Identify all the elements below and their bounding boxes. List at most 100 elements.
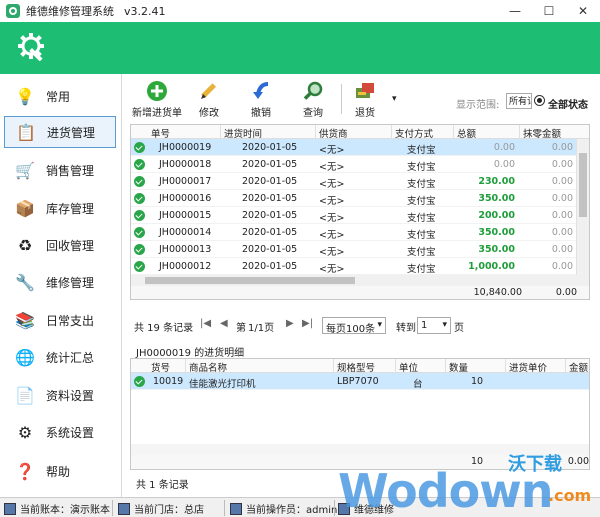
- check-icon: [134, 176, 145, 187]
- return-goods-icon: [354, 80, 376, 102]
- close-button[interactable]: ✕: [566, 0, 600, 22]
- table-row[interactable]: JH0000012 2020-01-05 <无> 支付宝 1,000.00 0.00: [131, 258, 577, 275]
- range-select[interactable]: 所有记: [506, 93, 532, 109]
- sidebar-item-9[interactable]: ⚙ 系统设置: [4, 416, 116, 448]
- cell-order-no: JH0000015: [159, 210, 212, 221]
- minimize-button[interactable]: —: [498, 0, 532, 22]
- sidebar-item-4[interactable]: ♻ 回收管理: [4, 229, 116, 261]
- scroll-thumb[interactable]: [145, 277, 355, 284]
- sidebar-item-label: 库存管理: [46, 201, 95, 216]
- col-total[interactable]: 总额: [457, 126, 476, 140]
- user-icon: [230, 502, 242, 515]
- col-purchase-time[interactable]: 进货时间: [224, 126, 262, 140]
- detail-qty: 10: [471, 376, 484, 387]
- cell-order-no: JH0000012: [159, 261, 212, 272]
- cell-total: 200.00: [478, 210, 515, 221]
- sidebar-item-label: 销售管理: [46, 163, 95, 178]
- cell-purchase-time: 2020-01-05: [242, 227, 298, 238]
- detail-qty-sum: 10: [471, 456, 484, 467]
- sidebar-item-10[interactable]: ❓ 帮助: [4, 455, 116, 487]
- cell-total: 350.00: [478, 244, 515, 255]
- grid-header: 单号 进货时间 供货商 支付方式 总额 抹零金额: [131, 125, 589, 140]
- detail-horizontal-scrollbar[interactable]: [131, 444, 589, 455]
- col-round-off[interactable]: 抹零金额: [523, 126, 561, 140]
- sidebar-item-label: 进货管理: [47, 125, 96, 140]
- next-page-button[interactable]: ▶: [286, 318, 294, 329]
- cell-round-off: 0.00: [551, 159, 573, 170]
- cart-icon: 🛒: [15, 160, 35, 180]
- status-store: 当前门店：总店: [118, 501, 204, 516]
- query-button[interactable]: 查询: [302, 80, 324, 120]
- cell-purchase-time: 2020-01-05: [242, 193, 298, 204]
- grid-horizontal-scrollbar[interactable]: [131, 275, 577, 286]
- col-unit[interactable]: 单位: [399, 360, 418, 374]
- detail-title: JH0000019 的进货明细: [136, 348, 245, 359]
- scroll-thumb[interactable]: [579, 153, 587, 217]
- cell-round-off: 0.00: [551, 210, 573, 221]
- table-row[interactable]: JH0000019 2020-01-05 <无> 支付宝 0.00 0.00: [131, 139, 577, 156]
- cell-purchase-time: 2020-01-05: [242, 244, 298, 255]
- table-row[interactable]: JH0000013 2020-01-05 <无> 支付宝 350.00 0.00: [131, 241, 577, 258]
- edit-button[interactable]: 修改: [198, 80, 220, 120]
- check-icon: [134, 244, 145, 255]
- grid-vertical-scrollbar[interactable]: [576, 139, 589, 287]
- prev-page-button[interactable]: ◀: [220, 318, 228, 329]
- new-purchase-button[interactable]: 新增进货单: [132, 80, 182, 120]
- col-qty[interactable]: 数量: [449, 360, 468, 374]
- check-icon: [134, 227, 145, 238]
- cell-supplier: <无>: [319, 179, 345, 190]
- add-icon: [146, 80, 168, 102]
- table-row[interactable]: JH0000018 2020-01-05 <无> 支付宝 0.00 0.00: [131, 156, 577, 173]
- detail-unit: 台: [413, 379, 423, 390]
- table-row[interactable]: JH0000017 2020-01-05 <无> 支付宝 230.00 0.00: [131, 173, 577, 190]
- return-dropdown-icon[interactable]: ▾: [392, 94, 397, 104]
- page-prefix: 第: [236, 323, 246, 334]
- repair-icon: 🔧: [15, 272, 35, 292]
- col-supplier[interactable]: 供货商: [319, 126, 348, 140]
- col-spec[interactable]: 规格型号: [337, 360, 375, 374]
- status-bar: 当前账本：演示账本 当前门店：总店 当前操作员：admin 维德维修: [0, 497, 600, 517]
- col-item-code[interactable]: 货号: [151, 360, 170, 374]
- sidebar-item-1[interactable]: 📋 进货管理: [4, 116, 116, 148]
- table-row[interactable]: JH0000016 2020-01-05 <无> 支付宝 350.00 0.00: [131, 190, 577, 207]
- col-unit-price[interactable]: 进货单价: [509, 360, 547, 374]
- col-item-name[interactable]: 商品名称: [189, 360, 227, 374]
- edit-label: 修改: [199, 108, 219, 119]
- gear-wrench-icon[interactable]: [16, 31, 48, 63]
- boxes-icon: 📦: [15, 198, 35, 218]
- window-title: 维德维修管理系统: [26, 5, 114, 18]
- detail-grid: 货号 商品名称 规格型号 单位 数量 进货单价 金额 10019 佳能激光打印机…: [130, 358, 590, 470]
- per-page-select[interactable]: 每页100条 ▾: [322, 317, 386, 335]
- undo-button[interactable]: 撤销: [250, 80, 272, 120]
- page-suffix: 页: [454, 323, 464, 334]
- first-page-button[interactable]: |◀: [200, 318, 211, 329]
- sidebar-item-5[interactable]: 🔧 维修管理: [4, 266, 116, 298]
- table-row[interactable]: 10019 佳能激光打印机 LBP7070 台 10: [131, 373, 589, 390]
- return-button[interactable]: 退货: [354, 80, 376, 120]
- all-status-radio[interactable]: [534, 95, 545, 106]
- sidebar-item-6[interactable]: 📚 日常支出: [4, 304, 116, 336]
- cell-payment: 支付宝: [407, 213, 436, 224]
- col-order-no[interactable]: 单号: [151, 126, 170, 140]
- last-page-button[interactable]: ▶|: [302, 318, 313, 329]
- goto-page-select[interactable]: 1 ▾: [417, 317, 451, 334]
- sidebar-item-2[interactable]: 🛒 销售管理: [4, 154, 116, 186]
- cell-order-no: JH0000013: [159, 244, 212, 255]
- table-row[interactable]: JH0000015 2020-01-05 <无> 支付宝 200.00 0.00: [131, 207, 577, 224]
- title-bar: 维德维修管理系统 v3.2.41 — ☐ ✕: [0, 0, 600, 22]
- maximize-button[interactable]: ☐: [532, 0, 566, 22]
- sidebar-item-7[interactable]: 🌐 统计汇总: [4, 341, 116, 373]
- chevron-down-icon: ▾: [377, 320, 382, 330]
- globe-icon: 🌐: [15, 347, 35, 367]
- cell-total: 230.00: [478, 176, 515, 187]
- record-count: 共 19 条记录: [134, 323, 194, 334]
- sidebar-item-8[interactable]: 📄 资料设置: [4, 379, 116, 411]
- sidebar-item-label: 资料设置: [46, 388, 95, 403]
- col-amount[interactable]: 金额: [569, 360, 588, 374]
- col-payment[interactable]: 支付方式: [395, 126, 433, 140]
- check-icon: [134, 210, 145, 221]
- detail-amount-sum: 0.00: [567, 456, 589, 467]
- table-row[interactable]: JH0000014 2020-01-05 <无> 支付宝 350.00 0.00: [131, 224, 577, 241]
- sidebar-item-0[interactable]: 💡 常用: [4, 80, 116, 112]
- sidebar-item-3[interactable]: 📦 库存管理: [4, 192, 116, 224]
